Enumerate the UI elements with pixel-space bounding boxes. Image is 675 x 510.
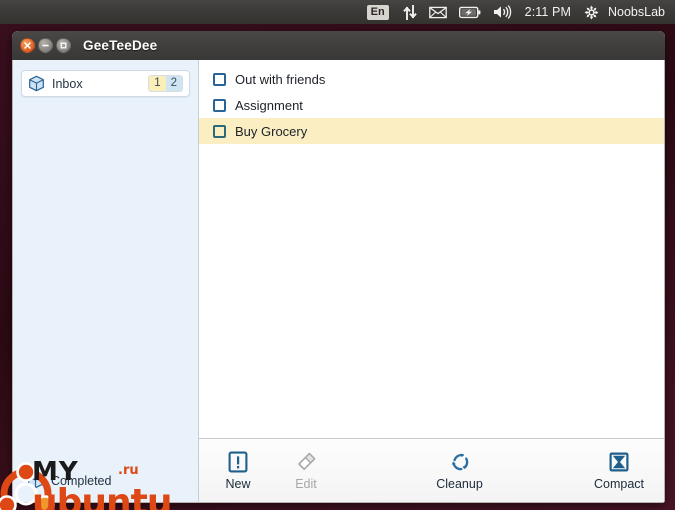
task-checkbox[interactable] — [213, 72, 226, 86]
bottom-toolbar: New Edit Cleanup Compact — [199, 438, 664, 502]
table-row[interactable]: Out with friends — [199, 66, 664, 92]
main-content: Out with friends Assignment Buy Grocery — [199, 60, 664, 502]
sidebar-badges: 1 2 — [148, 75, 183, 92]
cleanup-button-label: Cleanup — [436, 477, 483, 491]
toolbar-left-group: New Edit — [209, 448, 335, 493]
table-row[interactable]: Buy Grocery — [199, 118, 664, 144]
task-label: Buy Grocery — [235, 123, 308, 139]
inbox-box-icon — [28, 75, 45, 92]
sidebar-item-completed[interactable]: Completed — [21, 469, 190, 492]
sidebar-item-label: Inbox — [52, 76, 83, 91]
window-title: GeeTeeDee — [83, 38, 158, 53]
window-controls — [20, 38, 71, 53]
messaging-envelope-icon[interactable] — [423, 0, 453, 24]
task-list: Out with friends Assignment Buy Grocery — [199, 60, 664, 438]
task-checkbox[interactable] — [213, 98, 226, 112]
gear-icon[interactable] — [578, 0, 605, 24]
window-body: Inbox 1 2 Completed Out with friends Ass… — [12, 60, 665, 503]
sidebar: Inbox 1 2 Completed — [13, 60, 199, 502]
close-button[interactable] — [20, 38, 35, 53]
task-label: Out with friends — [235, 71, 326, 87]
new-task-icon — [227, 450, 249, 474]
edit-button[interactable]: Edit — [277, 448, 335, 493]
task-label: Assignment — [235, 97, 303, 113]
compact-button[interactable]: Compact — [584, 448, 654, 493]
cleanup-refresh-icon — [449, 450, 471, 474]
keyboard-layout-label: En — [366, 4, 389, 20]
clock[interactable]: 2:11 PM — [518, 0, 578, 24]
task-checkbox[interactable] — [213, 124, 226, 138]
application-window: GeeTeeDee Inbox 1 2 Completed Out with f… — [12, 31, 665, 503]
compact-collapse-icon — [608, 450, 630, 474]
username-label[interactable]: NoobsLab — [605, 0, 669, 24]
new-button[interactable]: New — [209, 448, 267, 493]
volume-speaker-icon[interactable] — [487, 0, 518, 24]
network-indicator-icon[interactable] — [397, 0, 423, 24]
edit-pencil-icon — [295, 450, 317, 474]
desktop-screen: En 2:11 PM NoobsLab GeeTeeDee Inbox 1 2 … — [0, 0, 675, 510]
keyboard-layout-indicator[interactable]: En — [361, 0, 397, 24]
badge-pending-count: 1 — [149, 76, 166, 91]
badge-total-count: 2 — [165, 76, 182, 91]
sidebar-completed-label: Completed — [51, 473, 112, 488]
minimize-button[interactable] — [38, 38, 53, 53]
table-row[interactable]: Assignment — [199, 92, 664, 118]
compact-button-label: Compact — [593, 477, 645, 491]
maximize-button[interactable] — [56, 38, 71, 53]
sidebar-item-inbox[interactable]: Inbox 1 2 — [21, 70, 190, 97]
top-panel: En 2:11 PM NoobsLab — [0, 0, 675, 24]
edit-button-label: Edit — [295, 477, 317, 491]
completed-box-icon — [27, 472, 44, 489]
cleanup-button[interactable]: Cleanup — [425, 448, 495, 493]
new-button-label: New — [225, 477, 251, 491]
window-titlebar[interactable]: GeeTeeDee — [12, 31, 665, 60]
battery-icon[interactable] — [453, 0, 487, 24]
